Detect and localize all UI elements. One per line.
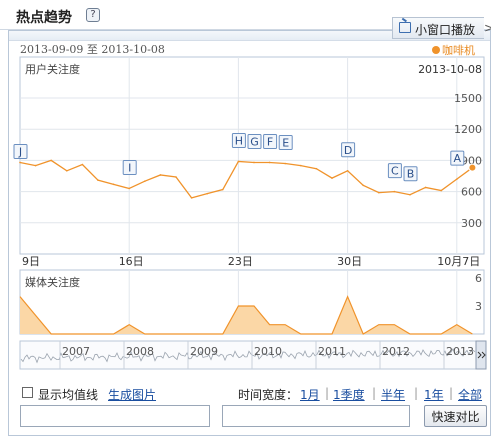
- data-point: [409, 193, 411, 196]
- overview-year-label: 2013: [446, 345, 474, 358]
- data-point: [128, 187, 130, 190]
- overview-year-label: 2008: [126, 345, 154, 358]
- data-point: [268, 161, 271, 164]
- annotation-letter[interactable]: E: [282, 137, 289, 150]
- data-point: [331, 177, 333, 179]
- annotation-letter[interactable]: J: [18, 145, 22, 158]
- y-tick-label: 1200: [454, 123, 482, 136]
- data-point: [440, 189, 443, 192]
- annotation-letter[interactable]: F: [267, 135, 273, 148]
- data-point: [456, 178, 458, 180]
- annotation-flag-g[interactable]: G: [247, 133, 262, 149]
- data-point: [222, 188, 224, 191]
- data-point: [424, 186, 427, 189]
- main-chart-title: 用户关注度: [25, 62, 80, 76]
- overview-year-label: 2007: [62, 345, 90, 358]
- overview-year-label: 2012: [382, 345, 410, 358]
- annotation-flag-b[interactable]: B: [403, 166, 418, 182]
- separator: |: [449, 386, 454, 400]
- x-tick-label: 9日: [22, 255, 40, 268]
- current-point-marker[interactable]: [468, 163, 477, 172]
- data-point: [66, 170, 68, 172]
- annotation-flag-d[interactable]: D: [341, 142, 356, 158]
- annotation-flag-i[interactable]: I: [122, 159, 137, 175]
- quick-compare-button[interactable]: 快速对比: [424, 405, 487, 427]
- x-tick-label: 23日: [228, 255, 253, 268]
- annotation-letter[interactable]: G: [250, 135, 259, 148]
- time-width-label: 时间宽度：: [238, 388, 299, 402]
- overview-year-label: 2010: [254, 345, 282, 358]
- x-tick-label: 30日: [337, 255, 362, 268]
- show-avg-label: 显示均值线: [38, 388, 99, 402]
- annotation-flag-a[interactable]: A: [450, 150, 465, 166]
- separator: |: [325, 386, 330, 400]
- data-point: [346, 170, 349, 172]
- annotation-flag-c[interactable]: C: [387, 163, 402, 179]
- keyword-input-2[interactable]: [222, 405, 410, 427]
- data-point: [190, 197, 193, 199]
- data-point: [81, 163, 84, 166]
- data-point: [378, 191, 380, 194]
- annotation-flag-j[interactable]: J: [13, 143, 28, 159]
- annotation-letter[interactable]: I: [128, 161, 131, 174]
- generate-image-link[interactable]: 生成图片: [108, 386, 156, 403]
- data-point: [237, 160, 240, 163]
- time-option-half-year[interactable]: 半年: [381, 386, 405, 403]
- time-option-all[interactable]: 全部: [458, 386, 482, 403]
- data-point: [393, 190, 396, 193]
- data-point: [206, 192, 208, 195]
- data-point: [300, 164, 302, 167]
- show-avg-checkbox[interactable]: [22, 387, 33, 398]
- data-point: [159, 174, 162, 176]
- data-point: [50, 159, 52, 162]
- data-point: [253, 161, 255, 164]
- separator: |: [372, 386, 377, 400]
- data-point: [112, 183, 115, 186]
- x-tick-label: 10月7日: [437, 255, 480, 268]
- separator: |: [414, 386, 419, 400]
- y-tick-label: 6: [475, 272, 482, 285]
- y-tick-label: 3: [475, 300, 482, 313]
- trend-chart[interactable]: 9日 16日 23日 30日 10月7日15001200900600300用户关注度 20…: [0, 0, 491, 380]
- annotation-flag-e[interactable]: E: [278, 135, 293, 151]
- data-point: [175, 176, 177, 178]
- annotation-letter[interactable]: A: [454, 152, 462, 165]
- annotation-letter[interactable]: D: [344, 144, 352, 157]
- annotation-letter[interactable]: B: [407, 168, 415, 181]
- overview-year-label: 2009: [190, 345, 218, 358]
- data-point: [315, 167, 318, 170]
- media-chart-title: 媒体关注度: [25, 275, 80, 289]
- x-tick-label: 16日: [119, 255, 144, 268]
- data-point: [19, 161, 21, 164]
- time-option-quarter[interactable]: 1季度: [333, 386, 365, 403]
- data-point: [362, 184, 365, 187]
- annotation-letter[interactable]: H: [235, 134, 243, 147]
- annotation-letter[interactable]: C: [391, 165, 399, 178]
- data-point: [34, 164, 37, 167]
- annotation-flag-f[interactable]: F: [263, 133, 278, 149]
- y-tick-label: 600: [461, 186, 482, 199]
- time-option-1m[interactable]: 1月: [300, 386, 320, 403]
- y-tick-label: 300: [461, 217, 482, 230]
- current-date-label: 2013-10-08: [418, 63, 482, 76]
- keyword-input-1[interactable]: [20, 405, 210, 427]
- annotation-flag-h[interactable]: H: [231, 132, 246, 148]
- data-point: [144, 180, 146, 182]
- main-plot-frame: [19, 56, 485, 255]
- data-point: [97, 179, 99, 181]
- time-option-1y[interactable]: 1年: [424, 386, 444, 403]
- y-tick-label: 1500: [454, 92, 482, 105]
- data-point: [284, 162, 287, 165]
- overview-year-label: 2011: [318, 345, 346, 358]
